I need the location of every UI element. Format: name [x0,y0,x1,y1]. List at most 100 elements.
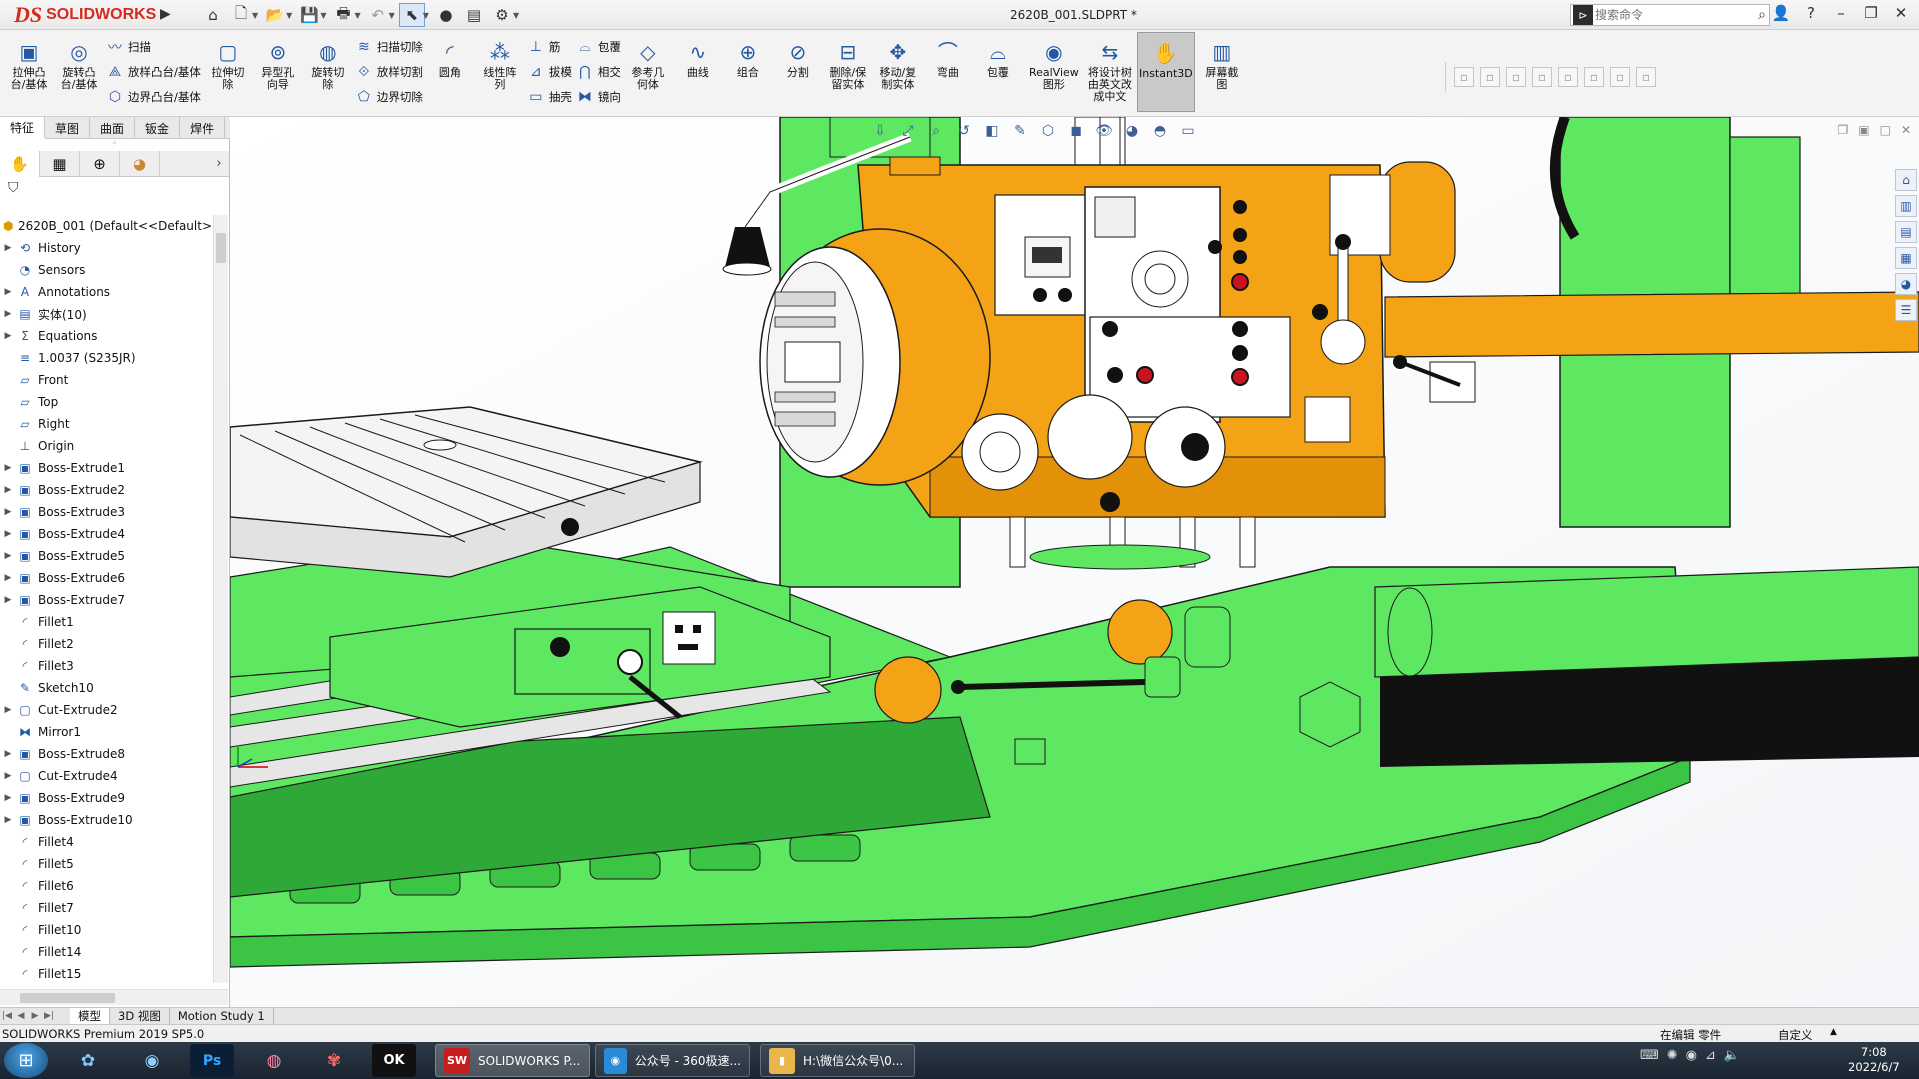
options-gear-icon[interactable]: ⚙ [489,3,515,27]
bottom-tab[interactable]: 3D 视图 [110,1008,170,1024]
combine-button[interactable]: ⊕ 组合 [725,32,771,112]
command-tab[interactable]: 曲面 [90,117,136,139]
fillet-button[interactable]: ◜ 圆角 [427,32,473,112]
draft-button[interactable]: ⊿ 拔模 [527,61,572,83]
tree-item[interactable]: ✎ Sketch10 [0,677,212,699]
tree-item[interactable]: ▱ Front [0,369,212,391]
tree-item[interactable]: ◜ Fillet6 [0,875,212,897]
hide-show-items-icon[interactable]: 👁 [1094,121,1114,141]
extrude-boss-button[interactable]: ▣ 拉伸凸 台/基体 [6,32,52,112]
revolve-boss-button[interactable]: ◎ 旋转凸 台/基体 [56,32,102,112]
translate-tree-button[interactable]: ⇆ 将设计树 由英文改 成中文 [1087,32,1133,112]
tree-item[interactable]: ▶ ▣ Boss-Extrude7 [0,589,212,611]
tree-item[interactable]: ◜ Fillet5 [0,853,212,875]
paint-pin-icon[interactable]: ✾ [312,1044,356,1077]
design-library-icon[interactable]: ▥ [1895,195,1917,217]
expand-arrow-icon[interactable]: ▶ [0,287,16,297]
flex-button[interactable]: ⌒ 弯曲 [925,32,971,112]
rib-button[interactable]: ⊥ 筋 [527,36,572,58]
tray-keyboard-icon[interactable]: ⌨ [1640,1048,1659,1063]
boundary-boss-button[interactable]: ⬡ 边界凸台/基体 [106,86,201,108]
wrap-button[interactable]: ⌓ 包覆 [576,36,621,58]
more-tabs-chevron-icon[interactable]: › [209,151,229,176]
expand-arrow-icon[interactable]: ▶ [0,463,16,473]
mirror-button[interactable]: ⧓ 镜向 [576,86,621,108]
image-icon[interactable]: ▫ [1506,67,1526,87]
open-icon[interactable]: 📂 [262,3,288,27]
expand-arrow-icon[interactable]: ▶ [0,749,16,759]
expand-arrow-icon[interactable]: ▶ [0,771,16,781]
expand-arrow-icon[interactable]: ▶ [0,485,16,495]
loft-button[interactable]: ⟁ 放样凸台/基体 [106,61,201,83]
appearance-manager-tab-icon[interactable]: ◕ [120,151,160,177]
expand-arrow-icon[interactable]: ▶ [0,243,16,253]
viewport-maximize-icon[interactable]: □ [1880,123,1891,137]
select-cursor-icon[interactable]: ⬉ [398,3,425,27]
tree-item[interactable]: ▶ ▣ Boss-Extrude9 [0,787,212,809]
instant3d-button[interactable]: ✋ Instant3D [1136,32,1195,112]
tree-item[interactable]: ◜ Fillet3 [0,655,212,677]
link-icon[interactable]: ▫ [1610,67,1630,87]
dim-icon[interactable]: ▫ [1532,67,1552,87]
save-icon[interactable]: 💾 [296,3,322,27]
tree-filter-icon[interactable]: ⛉ [0,177,229,199]
print-caret-icon[interactable]: ▼ [354,11,360,20]
expand-arrow-icon[interactable]: ▶ [0,507,16,517]
sweep-button[interactable]: 〰扫描 [106,36,201,58]
tree-item[interactable]: ◜ Fillet2 [0,633,212,655]
swept-cut-button[interactable]: ≋ 扫描切除 [355,36,423,58]
tree-item[interactable]: ▶ Σ Equations [0,325,212,347]
tree-item[interactable]: ▶ ▣ Boss-Extrude1 [0,457,212,479]
unit-caret-icon[interactable]: ▲ [1830,1027,1837,1037]
revolve-cut-button[interactable]: ◍ 旋转切 除 [305,32,351,112]
expand-arrow-icon[interactable]: ▶ [0,331,16,341]
tree-item[interactable]: ◜ Fillet15 [0,963,212,983]
restore-icon[interactable]: ❐ [1861,4,1881,22]
graphics-area[interactable]: ⇩ ⤢ ⌕ ↺ ◧ ✎ ⬡ ◼ 👁 ◕ ◓ ▭ ❐ ▣ □ ✕ ⌂ ▥ ▤ ▦ … [230,117,1919,1007]
property-manager-tab-icon[interactable]: ▦ [40,151,80,177]
next-tab-arrow-icon[interactable]: ▶ [28,1011,42,1021]
tray-network-icon[interactable]: ⊿ [1705,1048,1716,1063]
expand-arrow-icon[interactable]: ▶ [0,705,16,715]
tree-item[interactable]: ▶ ▤ 实体(10) [0,303,212,325]
split-button[interactable]: ⊘ 分割 [775,32,821,112]
prev-tab-arrow-icon[interactable]: ◀ [14,1011,28,1021]
undo-caret-icon[interactable]: ▼ [389,11,395,20]
tree-item[interactable]: ▶ ▣ Boss-Extrude6 [0,567,212,589]
intersect-button[interactable]: ⋂ 相交 [576,61,621,83]
media-pin-icon[interactable]: ◍ [252,1044,296,1077]
boundary-cut-button[interactable]: ⬠ 边界切除 [355,86,423,108]
ok-app-pin-icon[interactable]: OK [372,1044,416,1077]
lofted-cut-button[interactable]: ⟐ 放样切割 [355,61,423,83]
tree-item[interactable]: ▶ ▣ Boss-Extrude5 [0,545,212,567]
previous-view-icon[interactable]: ↺ [954,121,974,141]
open-caret-icon[interactable]: ▼ [286,11,292,20]
scroll-thumb[interactable] [20,993,115,1003]
note-icon[interactable]: ▫ [1558,67,1578,87]
linear-pattern-button[interactable]: ⁂ 线性阵 列 [477,32,523,112]
tray-security-icon[interactable]: ◉ [1686,1048,1697,1063]
reference-geometry-button[interactable]: ◇ 参考几 何体 [625,32,671,112]
tree-item[interactable]: ◜ Fillet14 [0,941,212,963]
tree-horizontal-scrollbar[interactable] [0,989,228,1005]
undo-icon[interactable]: ↶ [365,3,391,27]
search-icon[interactable]: ⌕ [1758,7,1766,23]
machine-model-view[interactable] [230,117,1919,1007]
custom-properties-icon[interactable]: ☰ [1895,299,1917,321]
tree-item[interactable]: ▶ ▣ Boss-Extrude10 [0,809,212,831]
move-copy-body-button[interactable]: ✥ 移动/复 制实体 [875,32,921,112]
hole-wizard-button[interactable]: ⊚ 异型孔 向导 [255,32,301,112]
command-tab[interactable]: 钣金 [135,117,181,139]
expand-arrow-icon[interactable]: ▶ [0,815,16,825]
tree-item[interactable]: ⊥ Origin [0,435,212,457]
wrap-big-button[interactable]: ⌓ 包覆 [975,32,1021,112]
screen-capture-button[interactable]: ▥ 屏幕截 图 [1199,32,1245,112]
expand-arrow-icon[interactable]: ▶ [0,595,16,605]
system-clock[interactable]: 7:08 2022/6/7 [1848,1045,1900,1075]
section-view-icon[interactable]: ◧ [982,121,1002,141]
shell-button[interactable]: ▭ 抽壳 [527,86,572,108]
tree-item[interactable]: ▶ ▣ Boss-Extrude8 [0,743,212,765]
tree-item[interactable]: ◔ Sensors [0,259,212,281]
tray-app-icon[interactable]: ✺ [1667,1048,1678,1063]
extrude-cut-button[interactable]: ▢ 拉伸切 除 [205,32,251,112]
